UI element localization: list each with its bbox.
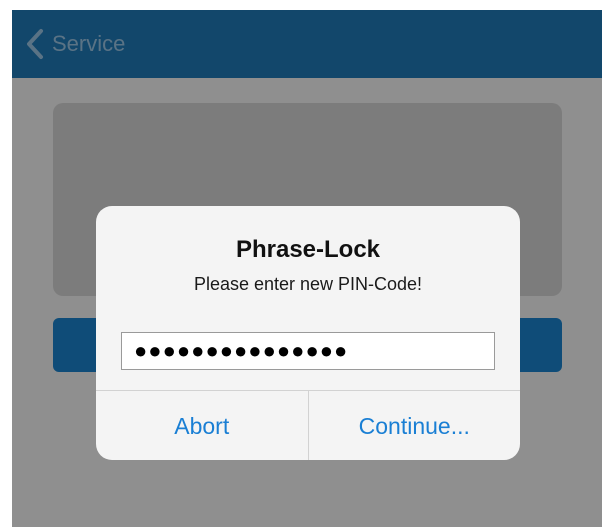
abort-button[interactable]: Abort — [96, 391, 309, 460]
dialog-title: Phrase-Lock — [235, 236, 381, 263]
continue-button[interactable]: Continue... — [309, 391, 521, 460]
pin-dialog: Phrase-Lock Please enter new PIN-Code! ●… — [96, 206, 520, 460]
dialog-button-row: Abort Continue... — [96, 390, 520, 460]
dialog-message: Please enter new PIN-Code! — [193, 274, 423, 294]
pin-code-input[interactable]: ●●●●●●●●●●●●●●● — [121, 332, 495, 370]
app-screen: Service Phrase-Lock Please enter new PIN… — [12, 10, 602, 527]
